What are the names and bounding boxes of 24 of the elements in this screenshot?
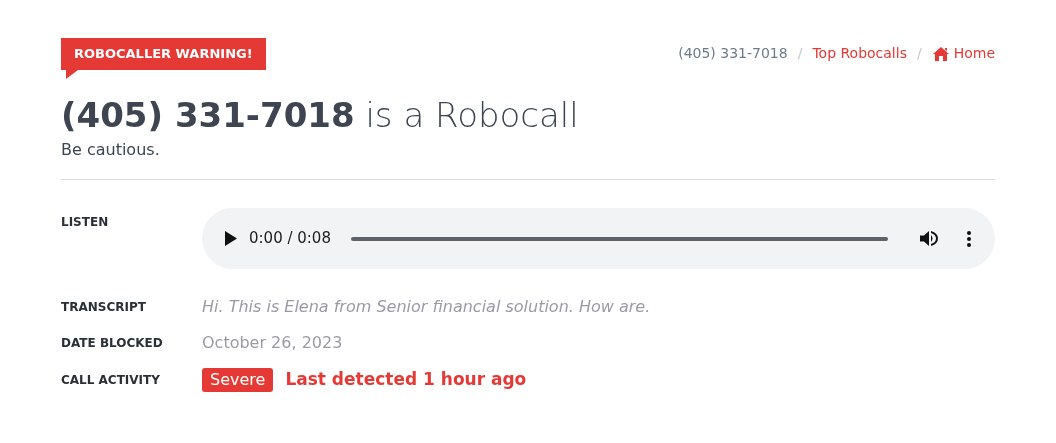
transcript-text: Hi. This is Elena from Senior financial solution. How are. <box>202 296 651 318</box>
page-title: (405) 331-7018 is a Robocall <box>61 94 580 137</box>
play-icon[interactable] <box>224 231 237 246</box>
severity-tag: Severe <box>202 367 274 392</box>
progress-track[interactable] <box>350 236 888 241</box>
more-icon[interactable] <box>967 230 971 247</box>
breadcrumb-link[interactable]: Top Robocalls <box>812 43 907 64</box>
detail-label: DATE BLOCKED <box>61 335 164 352</box>
last-detected-text: Last detected 1 hour ago <box>285 368 527 391</box>
detail-label: TRANSCRIPT <box>61 299 147 316</box>
breadcrumb-current: (405) 331-7018 <box>678 44 788 63</box>
home-icon <box>931 45 950 62</box>
badge-tail <box>66 70 78 79</box>
home-link[interactable]: Home <box>931 43 995 64</box>
breadcrumb-separator: / <box>797 44 803 63</box>
breadcrumb-separator: / <box>916 44 922 63</box>
date-text: October 26, 2023 <box>202 332 343 354</box>
warning-badge: ROBOCALLER WARNING! <box>61 38 266 70</box>
subtitle: Be cautious. <box>61 139 161 161</box>
audio-player[interactable]: 0:00 / 0:08 <box>202 208 995 269</box>
detail-label: LISTEN <box>61 214 110 231</box>
audio-time: 0:00 / 0:08 <box>249 228 331 250</box>
detail-label: CALL ACTIVITY <box>61 371 161 389</box>
volume-icon[interactable] <box>920 230 939 247</box>
